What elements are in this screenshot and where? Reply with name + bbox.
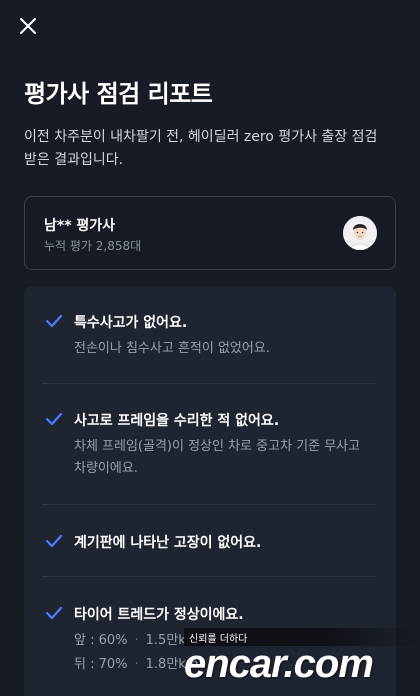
checklist-item-subtitle: 차체 프레임(골격)이 정상인 차로 중고차 기준 무사고 차량이에요. xyxy=(74,439,361,476)
tire-rear-label: 뒤 : 70% xyxy=(74,657,128,672)
check-icon xyxy=(45,604,65,624)
evaluator-name: 남** 평가사 xyxy=(44,218,116,234)
page-title: 평가사 점검 리포트 xyxy=(24,80,213,108)
checklist-item-title: 특수사고가 없어요. xyxy=(74,315,188,331)
avatar xyxy=(343,216,377,250)
check-icon xyxy=(45,410,65,430)
evaluator-count: 누적 평가 2,858대 xyxy=(44,239,142,253)
checklist-item-title: 계기판에 나타난 고장이 없어요. xyxy=(74,535,262,551)
divider xyxy=(42,576,376,577)
evaluator-card[interactable]: 남** 평가사 누적 평가 2,858대 xyxy=(24,196,396,270)
encar-watermark: 신뢰를 더하다 encar.com xyxy=(184,628,420,696)
checklist-item-title: 타이어 트레드가 정상이에요. xyxy=(74,607,244,623)
checklist-item-subtitle: 전손이나 침수사고 흔적이 없었어요. xyxy=(74,341,270,356)
divider xyxy=(42,383,376,384)
separator: · xyxy=(134,657,139,672)
checklist-item-title: 사고로 프레임을 수리한 적 없어요. xyxy=(74,413,280,429)
close-button[interactable] xyxy=(14,14,42,42)
close-icon xyxy=(19,17,37,39)
check-icon xyxy=(45,532,65,552)
separator: · xyxy=(134,633,139,648)
check-icon xyxy=(45,312,65,332)
page-description: 이전 차주분이 내차팔기 전, 헤이딜러 zero 평가사 출장 점검받은 결과… xyxy=(24,129,378,168)
tire-front-label: 앞 : 60% xyxy=(74,633,128,648)
watermark-logo: encar.com xyxy=(184,642,374,686)
divider xyxy=(42,504,376,505)
